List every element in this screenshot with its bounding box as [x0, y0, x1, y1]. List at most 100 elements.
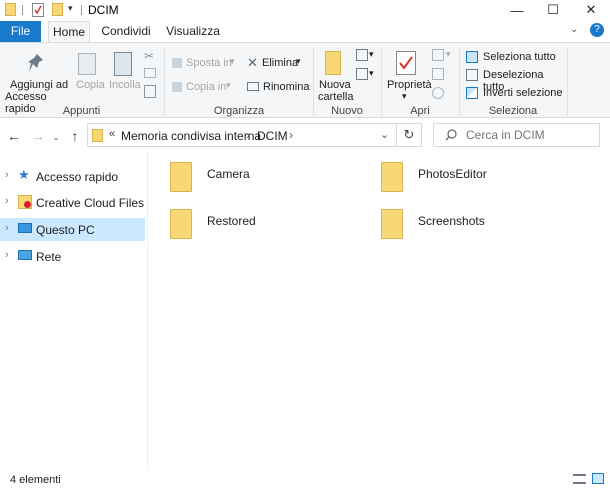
easy-access-icon[interactable] [356, 68, 368, 80]
open-icon[interactable] [432, 49, 444, 61]
folder-icon [381, 209, 403, 239]
chevron-right-icon[interactable]: › [5, 195, 9, 207]
sidebar-item-this-pc[interactable]: › Questo PC [0, 218, 145, 241]
paste-button[interactable]: Incolla [108, 51, 141, 103]
item-count: 4 elementi [10, 474, 61, 486]
new-item-dropdown-icon[interactable]: ▾ [369, 49, 374, 60]
group-separator [567, 47, 568, 117]
delete-dropdown-icon: ▾ [296, 56, 301, 66]
delete-button[interactable]: ✕ Elimina ▾ [246, 55, 308, 71]
title-separator [81, 5, 82, 15]
breadcrumb-item[interactable]: DCIM [257, 129, 288, 143]
copy-to-label: Copia in [186, 81, 227, 93]
folder-item[interactable]: Camera [165, 158, 345, 196]
invert-selection-label: Inverti selezione [483, 87, 563, 99]
chevron-right-icon[interactable]: › [246, 128, 250, 142]
sidebar-item-network[interactable]: › Rete [0, 245, 145, 268]
folder-name: Camera [207, 167, 250, 181]
tab-home[interactable]: Home [48, 21, 90, 42]
sidebar-item-creative-cloud[interactable]: › Creative Cloud Files [0, 191, 145, 214]
select-all-button[interactable]: Seleziona tutto [464, 49, 564, 65]
folder-item[interactable]: Screenshots [376, 205, 556, 243]
pin-label-1: Aggiungi ad [10, 79, 69, 91]
folder-icon [381, 162, 403, 192]
maximize-button[interactable]: ☐ [534, 0, 572, 20]
tab-file[interactable]: File [0, 21, 41, 42]
select-all-label: Seleziona tutto [483, 51, 556, 63]
group-title-select: Seleziona [488, 105, 538, 117]
copy-button[interactable]: Copia [74, 51, 105, 103]
help-icon[interactable]: ? [590, 23, 604, 37]
paste-shortcut-icon[interactable] [144, 85, 156, 98]
history-icon[interactable] [432, 87, 444, 99]
rename-button[interactable]: Rinomina [246, 79, 309, 95]
ribbon-tabs: File Home Condividi Visualizza ⌄ ? [0, 21, 610, 42]
group-title-clipboard: Appunti [62, 105, 101, 117]
copy-to-button[interactable]: Copia in ▾ [170, 79, 240, 95]
breadcrumb-item[interactable]: Memoria condivisa interna [121, 129, 261, 143]
easy-access-dropdown-icon[interactable]: ▾ [369, 68, 374, 79]
new-folder-icon [325, 51, 341, 75]
up-arrow-icon[interactable]: ↑ [66, 127, 84, 145]
folder-name: Restored [207, 214, 256, 228]
details-view-icon[interactable] [573, 474, 586, 484]
creative-cloud-icon [18, 195, 32, 209]
chevron-right-icon[interactable]: › [289, 128, 293, 142]
move-to-button[interactable]: Sposta in ▾ [170, 55, 240, 71]
ribbon-collapse-icon[interactable]: ⌄ [570, 24, 578, 35]
folder-item[interactable]: PhotosEditor [376, 158, 556, 196]
chevron-right-icon[interactable]: › [5, 222, 9, 234]
sidebar-item-label: Accesso rapido [36, 170, 119, 184]
sidebar-item-quick-access[interactable]: › ★ Accesso rapido [0, 165, 145, 188]
close-button[interactable]: ✕ [572, 0, 610, 20]
navigation-pane: › ★ Accesso rapido › Creative Cloud File… [0, 152, 148, 470]
sidebar-item-label: Rete [36, 250, 62, 264]
search-input[interactable] [466, 127, 596, 143]
copy-label: Copia [76, 79, 105, 91]
open-dropdown-icon[interactable]: ▾ [446, 49, 451, 60]
select-none-button[interactable]: Deseleziona tutto [464, 67, 564, 93]
properties-button[interactable]: Proprietà ▾ [384, 49, 432, 105]
chevron-right-icon[interactable]: › [5, 249, 9, 261]
copy-icon [78, 53, 96, 75]
group-title-organize: Organizza [213, 105, 265, 117]
delete-icon: ✕ [247, 55, 258, 70]
select-all-icon [466, 51, 478, 63]
chevron-right-icon[interactable]: › [5, 169, 9, 181]
folder-icon [170, 162, 192, 192]
folder-item[interactable]: Restored [165, 205, 345, 243]
properties-qat-icon[interactable] [32, 3, 44, 17]
new-folder-qat-icon[interactable] [52, 3, 63, 16]
star-icon: ★ [18, 167, 30, 182]
copy-to-dropdown-icon: ▾ [226, 80, 231, 90]
refresh-button[interactable]: ↻ [397, 123, 422, 147]
back-arrow-icon[interactable]: ← [5, 127, 23, 145]
address-dropdown-icon[interactable]: ⌄ [380, 128, 389, 141]
edit-icon[interactable] [432, 68, 444, 80]
move-to-icon [172, 58, 182, 68]
large-icons-view-icon[interactable] [592, 473, 604, 484]
folder-icon [170, 209, 192, 239]
minimize-button[interactable]: — [498, 0, 536, 20]
tab-share[interactable]: Condividi [98, 21, 154, 42]
delete-label: Elimina [262, 57, 299, 69]
copy-path-icon[interactable] [144, 68, 156, 78]
invert-selection-button[interactable]: Inverti selezione [464, 85, 564, 101]
new-item-icon[interactable] [356, 49, 368, 61]
forward-arrow-icon[interactable]: → [29, 127, 47, 145]
ribbon: Aggiungi ad Accesso rapido Copia Incolla… [0, 42, 610, 118]
pin-quick-access-button[interactable]: Aggiungi ad Accesso rapido [2, 51, 72, 115]
qat-customize-icon[interactable]: ▾ [68, 3, 73, 14]
recent-locations-icon[interactable]: ⌄ [51, 128, 61, 146]
breadcrumb-overflow[interactable]: « [109, 128, 115, 140]
properties-label: Proprietà [387, 79, 432, 91]
tab-view[interactable]: Visualizza [162, 21, 224, 42]
folder-icon [92, 129, 103, 142]
qat-separator [22, 5, 23, 15]
search-box[interactable] [433, 123, 600, 147]
cut-icon[interactable]: ✂ [144, 49, 154, 63]
properties-dropdown-icon: ▾ [402, 91, 407, 101]
new-folder-button[interactable]: Nuova cartella [316, 49, 353, 105]
address-bar[interactable]: « Memoria condivisa interna › DCIM › ⌄ [87, 123, 397, 147]
sidebar-item-label: Questo PC [36, 223, 95, 237]
